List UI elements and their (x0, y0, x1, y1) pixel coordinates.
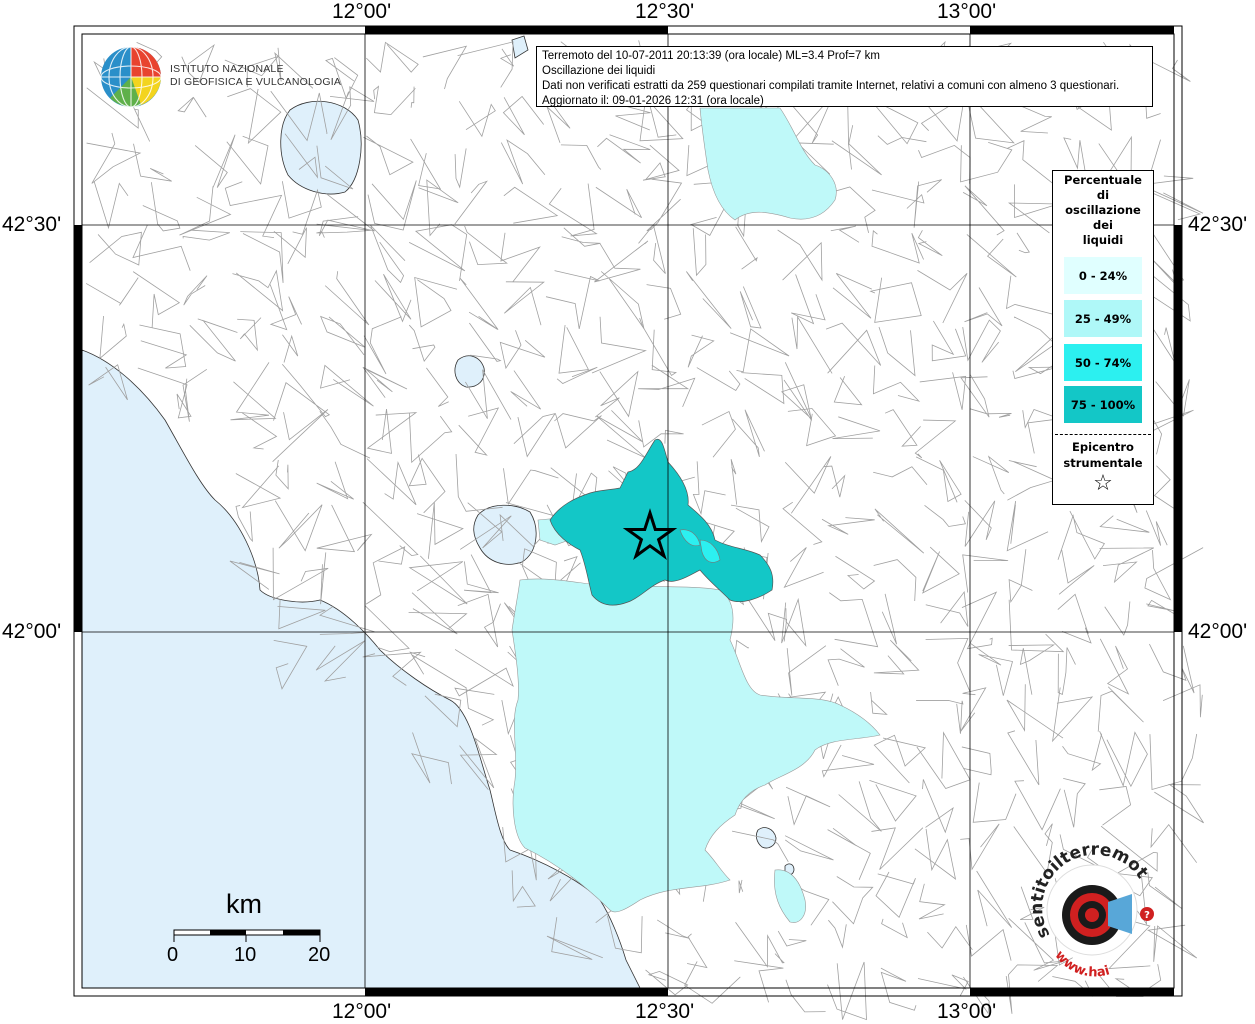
ingv-line-2: DI GEOFISICA E VULCANOLOGIA (170, 76, 342, 88)
legend-star-icon: ☆ (1093, 471, 1113, 496)
legend-class-3: 75 - 100% (1064, 386, 1142, 423)
legend-title: Percentuale di oscillazione dei liquidi (1053, 173, 1153, 248)
coord-left-4200: 42°00' (2, 620, 62, 643)
scale-label-20: 20 (308, 944, 331, 966)
legend-class-3-label: 75 - 100% (1070, 397, 1136, 412)
legend: Percentuale di oscillazione dei liquidi … (1052, 170, 1154, 505)
ingv-logo-text: ISTITUTO NAZIONALE DI GEOFISICA E VULCAN… (170, 63, 341, 89)
legend-separator (1055, 434, 1151, 435)
coord-right-4230: 42°30' (1188, 213, 1248, 236)
coord-top-1200: 12°00' (332, 0, 392, 23)
ingv-logo-icon (100, 46, 162, 108)
legend-epi-1: Epicentro (1072, 440, 1134, 454)
event-updated: Aggiornato il: 09-01-2026 12:31 (ora loc… (542, 95, 764, 107)
legend-epicenter: Epicentro strumentale (1053, 439, 1153, 471)
legend-class-2: 50 - 74% (1064, 344, 1142, 381)
legend-title-4: dei (1093, 218, 1113, 232)
legend-class-0: 0 - 24% (1064, 257, 1142, 294)
legend-title-1: Percentuale (1064, 173, 1142, 187)
scale-title: km (226, 889, 262, 919)
legend-title-2: di (1096, 188, 1110, 202)
event-note: Dati non verificati estratti da 259 ques… (542, 80, 1120, 92)
coord-top-1230: 12°30' (635, 0, 695, 23)
coord-bottom-1200: 12°00' (332, 1000, 392, 1023)
legend-epi-2: strumentale (1063, 456, 1143, 470)
svg-text:?: ? (1144, 910, 1150, 921)
legend-class-2-label: 50 - 74% (1074, 355, 1132, 370)
event-info-box: Terremoto del 10-07-2011 20:13:39 (ora l… (536, 46, 1153, 107)
ingv-line-1: ISTITUTO NAZIONALE (170, 63, 284, 75)
legend-class-0-label: 0 - 24% (1078, 268, 1128, 283)
legend-title-3: oscillazione (1065, 203, 1141, 217)
legend-class-1-label: 25 - 49% (1074, 311, 1132, 326)
coord-top-1300: 13°00' (937, 0, 997, 23)
lake-bolsena (280, 100, 362, 195)
lake-vico (454, 355, 485, 388)
coord-bottom-1300: 13°00' (937, 1000, 997, 1023)
coord-bottom-1230: 12°30' (635, 1000, 695, 1023)
scale-label-10: 10 (234, 944, 257, 966)
legend-title-5: liquidi (1082, 233, 1124, 247)
event-title: Terremoto del 10-07-2011 20:13:39 (ora l… (542, 50, 880, 62)
coord-right-4200: 42°00' (1188, 620, 1248, 643)
intensity-map: ? sentitoilterremoto.it www.hai (0, 0, 1204, 1021)
event-subtitle: Oscillazione dei liquidi (542, 65, 656, 77)
coord-left-4230: 42°30' (2, 213, 62, 236)
scale-label-0: 0 (167, 944, 179, 966)
legend-class-1: 25 - 49% (1064, 300, 1142, 337)
